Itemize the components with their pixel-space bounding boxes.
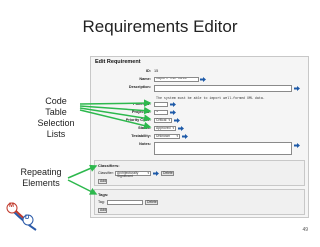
priority-row: Priority Code: [91, 118, 306, 124]
testability-value: Unknown [156, 134, 171, 138]
chevron-down-icon: ▾ [176, 134, 178, 138]
classifier-add-button[interactable]: Add [98, 179, 107, 184]
priority-value: Critical [156, 118, 167, 122]
testability-label: Testability: [131, 134, 151, 138]
code-table-annotation: Code Table Selection Lists [26, 96, 86, 140]
testability-select[interactable]: Unknown ▾ [154, 134, 180, 139]
id-label: ID: [145, 69, 151, 73]
parent-id-row: Parent ID: [91, 102, 306, 108]
description-textarea[interactable]: The system must be able to import well-f… [154, 85, 292, 100]
annotation-line: Code [45, 96, 67, 106]
status-label: Status: [138, 126, 151, 130]
project-id-arrow-icon[interactable] [170, 110, 176, 115]
parent-id-input[interactable] [154, 102, 168, 107]
repeating-annotation: Repeating Elements [8, 167, 74, 189]
annotation-line: Lists [46, 129, 66, 139]
form-title: Edit Requirement [95, 59, 141, 65]
page-number: 49 [302, 227, 308, 233]
status-select[interactable]: Approved ▾ [154, 126, 176, 131]
logo-letter-m: M [9, 203, 14, 209]
classifiers-title: Classifiers: [98, 163, 120, 168]
classifier-value: Architecturally Significant [117, 171, 139, 178]
notes-label: Notes: [139, 142, 151, 146]
name-arrow-icon[interactable] [200, 77, 206, 82]
id-value: 15 [154, 69, 159, 73]
annotation-line: Selection [37, 118, 75, 128]
chevron-down-icon: ▾ [147, 171, 149, 175]
id-row: ID: 15 [91, 69, 306, 75]
classifier-select[interactable]: Architecturally Significant ▾ [115, 171, 151, 178]
logo: M D [6, 200, 40, 240]
description-arrow-icon[interactable] [294, 86, 300, 91]
annotation-line: Elements [22, 178, 60, 188]
priority-label: Priority Code: [125, 118, 151, 122]
slide-title: Requirements Editor [82, 17, 238, 36]
project-id-input[interactable]: 1 [154, 110, 168, 115]
tag-delete-button[interactable]: Delete [145, 200, 158, 205]
chevron-down-icon: ▾ [172, 126, 174, 130]
requirement-editor-form: Edit Requirement ID: 15 Name: Import MIL… [90, 56, 309, 218]
classifiers-section: Classifiers: Classifier: Architecturally… [94, 160, 305, 186]
project-id-label: Project ID: [132, 110, 151, 114]
parent-id-arrow-icon[interactable] [170, 102, 176, 107]
priority-select[interactable]: Critical ▾ [154, 118, 172, 123]
description-label: Description: [128, 85, 151, 89]
chevron-down-icon: ▾ [168, 118, 170, 122]
classifier-delete-button[interactable]: Delete [161, 171, 174, 176]
project-id-row: Project ID: [91, 110, 306, 116]
status-arrow-icon[interactable] [178, 126, 184, 131]
notes-textarea[interactable] [154, 142, 292, 155]
tag-label: Tag: [98, 200, 105, 204]
logo-letter-d: D [25, 215, 30, 221]
tag-add-button[interactable]: Add [98, 208, 107, 213]
annotation-line: Table [45, 107, 67, 117]
priority-arrow-icon[interactable] [174, 118, 180, 123]
parent-id-label: Parent ID: [133, 102, 151, 106]
classifier-arrow-icon[interactable] [153, 171, 159, 176]
name-label: Name: [139, 77, 151, 81]
testability-row: Testability: [91, 134, 306, 140]
tags-title: Tags: [98, 192, 109, 197]
tags-section: Tags: Tag: Delete Add [94, 189, 305, 215]
testability-arrow-icon[interactable] [182, 134, 188, 139]
description-text: The system must be able to import well-f… [156, 96, 265, 100]
notes-arrow-icon[interactable] [294, 143, 300, 148]
status-value: Approved [156, 126, 171, 130]
classifier-label: Classifier: [98, 171, 114, 175]
annotation-line: Repeating [20, 167, 62, 177]
name-input[interactable]: Import MIL Data [154, 77, 199, 82]
tag-input[interactable] [107, 200, 143, 205]
status-row: Status: [91, 126, 306, 132]
